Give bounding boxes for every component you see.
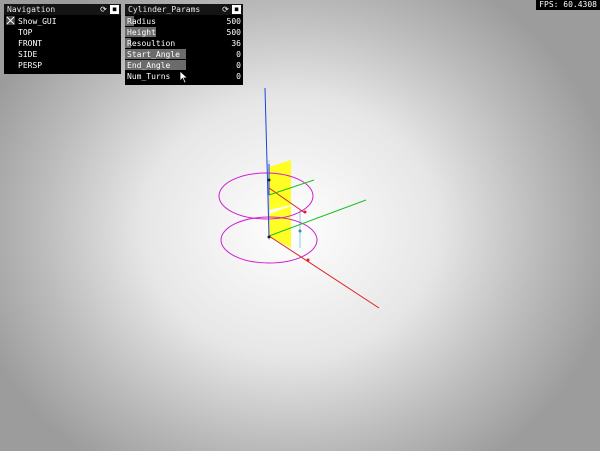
show-gui-label: Show_GUI	[18, 16, 57, 26]
yellow-plane-top	[269, 160, 291, 210]
refresh-icon[interactable]: ⟳	[99, 5, 108, 14]
height-slider[interactable]: Height 500	[125, 27, 243, 37]
navigation-panel-header[interactable]: Navigation ⟳ ■	[4, 4, 121, 15]
checkbox-x-icon[interactable]	[6, 16, 15, 25]
persp-view-button[interactable]: PERSP	[4, 60, 121, 70]
fps-counter: FPS: 60.4308	[536, 0, 600, 10]
top-view-button[interactable]: TOP	[4, 27, 121, 37]
height-value: 500	[226, 27, 241, 37]
marker-dot-red	[306, 258, 310, 262]
resolution-value: 36	[231, 38, 241, 48]
resolution-slider[interactable]: Resoultion 36	[125, 38, 243, 48]
cylinder-params-panel-title: Cylinder_Params	[128, 5, 201, 14]
navigation-panel-title: Navigation	[7, 5, 56, 14]
start-angle-slider[interactable]: Start_Angle 0	[125, 49, 243, 59]
top-view-label: TOP	[18, 27, 33, 37]
start-angle-label: Start_Angle	[127, 49, 180, 59]
show-gui-toggle[interactable]: Show_GUI	[4, 16, 121, 26]
marker-dot	[267, 178, 271, 182]
resolution-label: Resoultion	[127, 38, 176, 48]
cylinder-params-panel-header[interactable]: Cylinder_Params ⟳ ■	[125, 4, 243, 15]
persp-view-label: PERSP	[18, 60, 43, 70]
radius-slider[interactable]: Radius 500	[125, 16, 243, 26]
start-angle-value: 0	[236, 49, 241, 59]
mouse-cursor-icon	[179, 70, 189, 84]
marker-dot-red	[303, 210, 307, 214]
num-turns-value: 0	[236, 71, 241, 81]
side-view-button[interactable]: SIDE	[4, 49, 121, 59]
x-axis-line	[268, 235, 380, 309]
radius-label: Radius	[127, 16, 156, 26]
marker-dot	[267, 235, 271, 239]
yellow-plane-bottom	[269, 206, 291, 248]
marker-dot-cyan	[298, 229, 302, 233]
end-angle-value: 0	[236, 60, 241, 70]
cylinder-top-circle	[218, 172, 314, 220]
front-view-label: FRONT	[18, 38, 43, 48]
height-label: Height	[127, 27, 156, 37]
end-angle-slider[interactable]: End_Angle 0	[125, 60, 243, 70]
side-view-label: SIDE	[18, 49, 38, 59]
navigation-panel: Navigation ⟳ ■ Show_GUI TOP FRONT SIDE P…	[4, 4, 121, 74]
minimize-icon[interactable]: ■	[232, 5, 241, 14]
radius-value: 500	[226, 16, 241, 26]
minimize-icon[interactable]: ■	[110, 5, 119, 14]
end-angle-label: End_Angle	[127, 60, 171, 70]
z-axis-line	[264, 87, 270, 237]
front-view-button[interactable]: FRONT	[4, 38, 121, 48]
refresh-icon[interactable]: ⟳	[221, 5, 230, 14]
